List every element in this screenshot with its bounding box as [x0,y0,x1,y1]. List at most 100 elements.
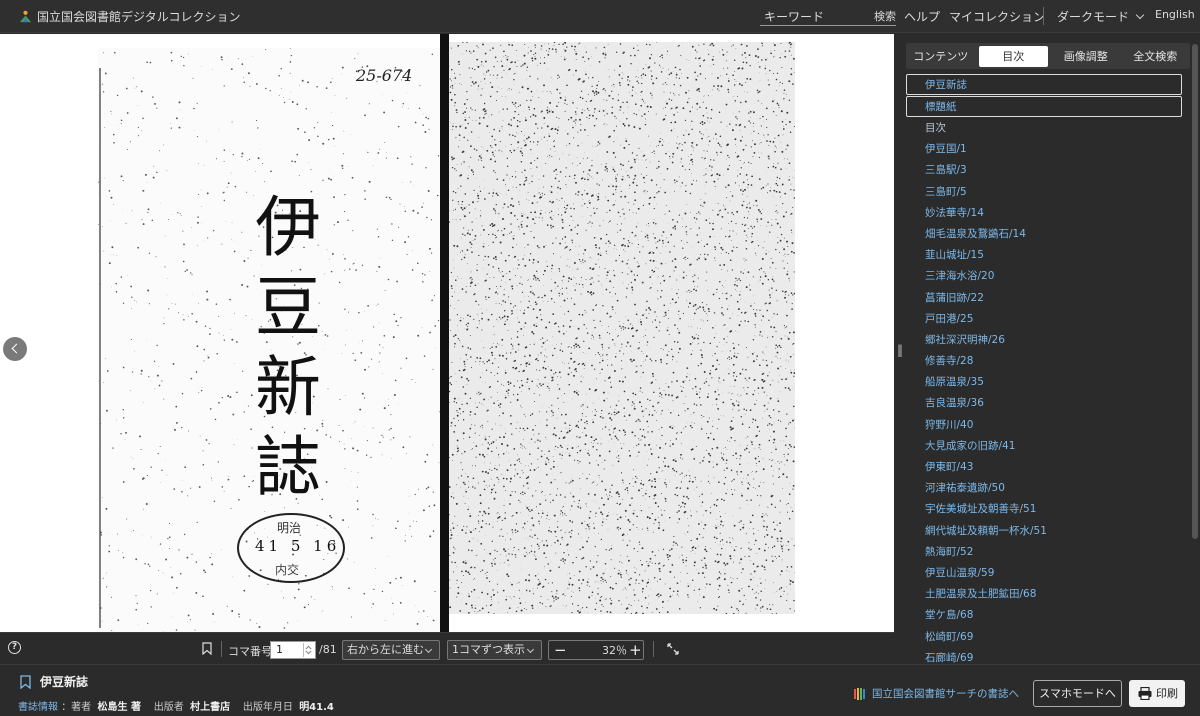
chevron-down-icon [526,645,535,654]
stamp-era: 明治 [277,521,302,535]
toc-item[interactable]: 伊豆国/1 [906,139,1182,160]
my-collection-link[interactable]: マイコレクション [949,8,1045,25]
toc-item[interactable]: 韮山城址/15 [906,245,1182,266]
image-viewer[interactable]: 25-674 伊 豆 新 誌 明治 41 5 16 内交 [0,34,894,632]
stamp-mark: 内交 [275,563,300,577]
printer-icon [1138,687,1152,700]
bibliographic-footer: 伊豆新誌 書誌情報 ：著者 松島生 著 出版者 村上書店 出版年月日 明41.4… [0,664,1200,716]
book-title-vertical: 伊 豆 新 誌 [238,188,338,508]
divider [221,641,222,657]
keyword-search-input[interactable] [760,8,870,26]
toc-item[interactable]: 標題紙 [906,96,1182,117]
toc-item[interactable]: 戸田港/25 [906,309,1182,330]
toc-item[interactable]: 熱海町/52 [906,542,1182,563]
zoom-out-button[interactable]: − [554,641,567,659]
toc-item[interactable]: 畑毛温泉及鵞鷁石/14 [906,224,1182,245]
toc-item[interactable]: 狩野川/40 [906,415,1182,436]
title-char: 新 [255,349,321,426]
sidebar-tabs: コンテンツ 目次 画像調整 全文検索 [906,43,1190,69]
page-direction-value: 右から左に進む [347,643,424,656]
frame-number-value: 1 [276,643,283,656]
toc-item[interactable]: 伊東町/43 [906,457,1182,478]
toc-item[interactable]: 三島駅/3 [906,160,1182,181]
date-value: 明41.4 [299,702,334,713]
bookmark-icon[interactable] [20,675,31,689]
scan-page-right [449,42,795,614]
toc-item[interactable]: 松崎町/69 [906,627,1182,648]
divider [653,641,654,657]
paper-texture [449,42,795,614]
toc-item[interactable]: 修善寺/28 [906,351,1182,372]
fullscreen-icon[interactable] [666,642,680,656]
search-button[interactable]: 検索 [874,8,896,24]
author-label: ：著者 [61,702,92,713]
toc-item[interactable]: 石廊崎/69 [906,648,1182,664]
tab-table-of-contents[interactable]: 目次 [978,45,1048,67]
toc-item[interactable]: 大見成家の旧跡/41 [906,436,1182,457]
toc-item[interactable]: 菖蒲旧跡/22 [906,288,1182,309]
print-label: 印刷 [1156,687,1178,700]
toc-list: 伊豆新誌 標題紙 目次 伊豆国/1 三島駅/3 三島町/5 妙法華寺/14 畑毛温泉及鵞鷁石/… [906,74,1182,664]
toc-item[interactable]: 船原温泉/35 [906,372,1182,393]
toc-item[interactable]: 河津祐泰遺跡/50 [906,478,1182,499]
toc-item[interactable]: 目次 [906,118,1182,139]
tab-contents[interactable]: コンテンツ [906,46,976,67]
toc-item[interactable]: 堂ケ島/68 [906,605,1182,626]
top-bar: 国立国会図書館デジタルコレクション 検索 ヘルプ マイコレクション ダークモード… [0,0,1200,33]
help-link[interactable]: ヘルプ [904,8,940,25]
frame-total: /81 [319,643,337,656]
keyword-search: 検索 [760,6,896,26]
bibliographic-info-link[interactable]: 書誌情報 [18,702,58,713]
previous-page-button[interactable] [3,337,27,361]
page-direction-select[interactable]: 右から左に進む [342,640,440,660]
help-icon[interactable]: ? [8,641,21,654]
stepper-icon[interactable] [303,643,313,657]
zoom-control: − 32％ + [548,640,644,660]
chevron-down-icon [424,645,433,654]
toc-item[interactable]: 吉良温泉/36 [906,393,1182,414]
zoom-in-button[interactable]: + [629,641,642,659]
ndl-search-logo-icon [854,687,865,700]
stamp-date: 41 5 16 [255,537,341,555]
scan-page-left: 25-674 伊 豆 新 誌 明治 41 5 16 内交 [98,48,440,632]
viewer-controls: ? コマ番号 1 /81 右から左に進む 1コマずつ表示 − 32％ + [0,632,894,664]
toc-item[interactable]: 妙法華寺/14 [906,203,1182,224]
panel-resize-handle[interactable]: ‖ [897,343,903,357]
ndl-search-link[interactable]: 国立国会図書館サーチの書誌へ [853,686,1019,701]
print-button[interactable]: 印刷 [1129,680,1185,707]
frame-number-input[interactable]: 1 [270,641,316,659]
author-value: 松島生 著 [97,702,142,713]
publisher-label: 出版者 [153,702,184,713]
library-stamp: 明治 41 5 16 内交 [237,513,345,583]
ndl-logo-icon [19,10,32,22]
dark-mode-label: ダークモード [1057,10,1130,24]
toc-item[interactable]: 伊豆山温泉/59 [906,563,1182,584]
toc-item[interactable]: 三津海水浴/20 [906,266,1182,287]
language-switch[interactable]: English [1155,8,1195,21]
frame-number-label: コマ番号 [228,645,272,658]
date-label: 出版年月日 [242,702,293,713]
sidebar: コンテンツ 目次 画像調整 全文検索 伊豆新誌 標題紙 目次 伊豆国/1 三島駅/3 三島… [906,34,1192,666]
site-logo[interactable]: 国立国会図書館デジタルコレクション [18,8,241,25]
book-spine [440,34,449,632]
title-char: 伊 [255,189,321,266]
zoom-level[interactable]: 32％ [602,642,627,659]
toc-item[interactable]: 郷社深沢明神/26 [906,330,1182,351]
chevron-down-icon [1135,10,1145,20]
toc-item[interactable]: 土肥温泉及土肥鉱田/68 [906,584,1182,605]
sidebar-scroll-thumb[interactable] [1192,44,1198,539]
toc-item[interactable]: 網代城址及頼朝一杯水/51 [906,521,1182,542]
display-mode-select[interactable]: 1コマずつ表示 [447,640,542,660]
dark-mode-toggle[interactable]: ダークモード [1057,8,1145,25]
mobile-mode-button[interactable]: スマホモードへ [1033,680,1122,707]
header-divider [1043,7,1044,25]
ndl-search-link-label: 国立国会図書館サーチの書誌へ [872,688,1019,700]
toc-item[interactable]: 三島町/5 [906,182,1182,203]
toc-item[interactable]: 伊豆新誌 [906,74,1182,95]
bookmark-icon[interactable] [202,642,212,655]
tab-image-adjust[interactable]: 画像調整 [1051,46,1121,67]
publisher-value: 村上書店 [190,702,231,713]
handwritten-note: 25-674 [356,66,413,85]
toc-item[interactable]: 宇佐美城址及朝善寺/51 [906,499,1182,520]
tab-fulltext-search[interactable]: 全文検索 [1121,46,1191,67]
